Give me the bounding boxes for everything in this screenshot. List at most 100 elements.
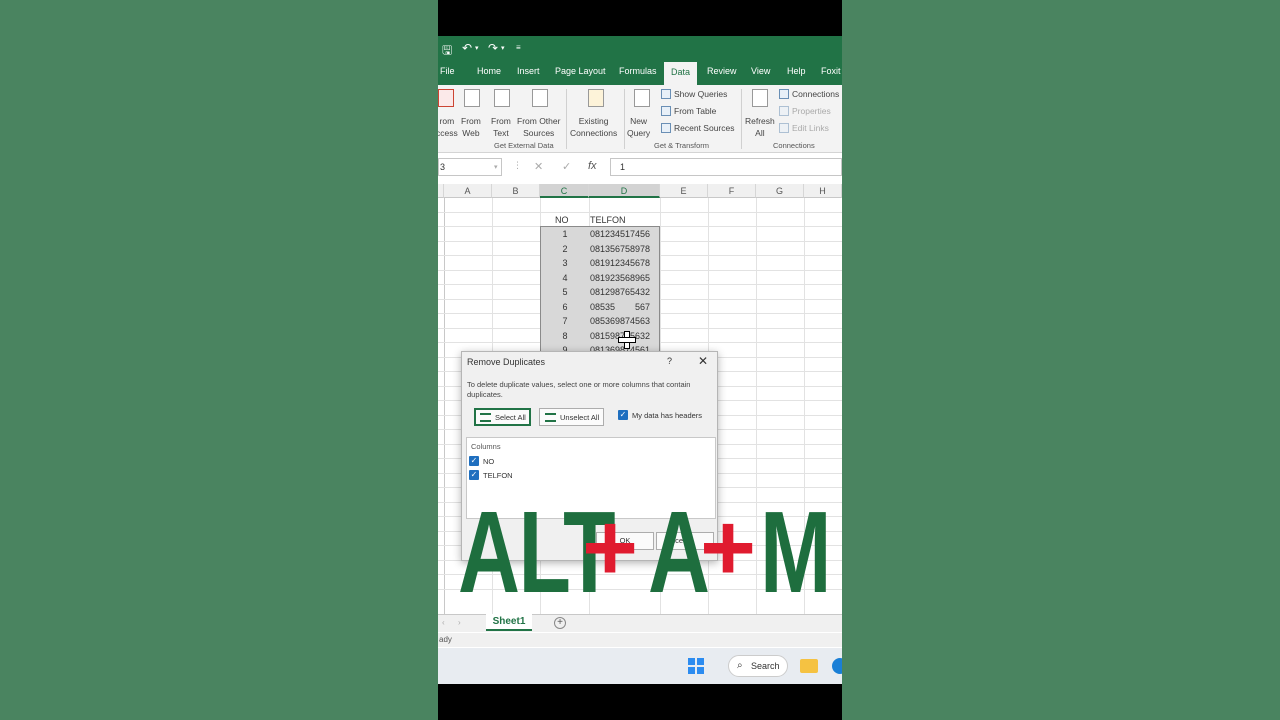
name-box[interactable]: 3 (438, 158, 502, 176)
column-header-f[interactable]: F (708, 184, 756, 198)
tab-home[interactable]: Home (477, 66, 501, 76)
column-header-h[interactable]: H (804, 184, 842, 198)
from-table-icon (661, 106, 671, 116)
dialog-description: To delete duplicate values, select one o… (467, 380, 691, 399)
properties-icon (779, 106, 789, 116)
shortcut-overlay: ALT + A + M (458, 487, 832, 617)
tab-view[interactable]: View (751, 66, 770, 76)
from-access-button[interactable]: rom ccess (438, 115, 458, 139)
text-file-icon (494, 89, 510, 107)
show-queries-button[interactable]: Show Queries (674, 88, 727, 100)
ribbon-data: rom ccess From Web From Text From Other … (438, 85, 842, 153)
edit-links-icon (779, 123, 789, 133)
telfon-part-left: 08535 (590, 302, 616, 312)
new-query-icon (634, 89, 650, 107)
from-text-button[interactable]: From Text (491, 115, 511, 139)
from-web-button[interactable]: From Web (461, 115, 481, 139)
table-cell-telfon[interactable]: 08535 567 (589, 302, 660, 312)
table-cell-telfon[interactable]: 081234517456 (589, 229, 660, 239)
table-cell-no[interactable]: 3 (540, 258, 590, 268)
undo-icon[interactable]: ↶ (462, 41, 472, 55)
file-explorer-icon[interactable] (800, 659, 818, 673)
tab-formulas[interactable]: Formulas (619, 66, 657, 76)
column-header-e[interactable]: E (660, 184, 708, 198)
unselect-all-button[interactable]: Unselect All (539, 408, 605, 426)
headers-checkbox[interactable]: ✓ (618, 410, 628, 420)
table-header-no[interactable]: NO (555, 215, 569, 225)
edge-icon[interactable] (832, 658, 842, 674)
column-header-g[interactable]: G (756, 184, 804, 198)
from-other-sources-button[interactable]: From Other Sources (517, 115, 560, 139)
close-button[interactable]: ✕ (698, 354, 708, 368)
column-checkbox-telfon[interactable]: ✓ (469, 470, 479, 480)
from-table-button[interactable]: From Table (674, 105, 716, 117)
tab-page-layout[interactable]: Page Layout (555, 66, 606, 76)
column-checkbox-no[interactable]: ✓ (469, 456, 479, 466)
redo-icon[interactable]: ↷ (488, 41, 498, 55)
undo-dropdown-icon[interactable]: ▾ (475, 44, 479, 52)
search-icon: ⌕ (737, 660, 743, 671)
column-header-b[interactable]: B (492, 184, 540, 198)
table-cell-telfon[interactable]: 081923568965 (589, 273, 660, 283)
edit-links-button[interactable]: Edit Links (792, 122, 829, 134)
table-cell-no[interactable]: 5 (540, 287, 590, 297)
table-header-telfon[interactable]: TELFON (590, 215, 626, 225)
table-cell-telfon[interactable]: 081912345678 (589, 258, 660, 268)
existing-connections-icon (588, 89, 604, 107)
refresh-all-icon (752, 89, 768, 107)
enter-icon[interactable]: ✓ (562, 160, 571, 173)
column-header-d[interactable]: D (589, 184, 660, 198)
table-cell-telfon[interactable]: 081298765432 (589, 287, 660, 297)
column-header-c[interactable]: C (540, 184, 589, 198)
group-label-connections: Connections (773, 141, 815, 150)
tab-review[interactable]: Review (707, 66, 737, 76)
columns-header: Columns (471, 442, 501, 451)
connections-button[interactable]: Connections (792, 88, 839, 100)
customize-qat-icon[interactable]: ≡ (516, 43, 521, 52)
tab-help[interactable]: Help (787, 66, 806, 76)
table-cell-no[interactable]: 4 (540, 273, 590, 283)
insert-function-icon[interactable]: fx (588, 160, 597, 172)
table-cell-no[interactable]: 7 (540, 316, 590, 326)
formula-input[interactable]: 1 (610, 158, 842, 176)
table-cell-no[interactable]: 6 (540, 302, 590, 312)
headers-checkbox-label: My data has headers (632, 411, 703, 420)
prev-sheet-icon[interactable]: ‹ (442, 618, 445, 627)
table-cell-no[interactable]: 1 (540, 229, 590, 239)
redo-dropdown-icon[interactable]: ▾ (501, 44, 505, 52)
column-label-telfon: TELFON (483, 471, 513, 480)
table-cell-no[interactable]: 8 (540, 331, 590, 341)
column-header-a[interactable]: A (444, 184, 492, 198)
next-sheet-icon[interactable]: › (458, 618, 461, 627)
status-bar: ady (438, 633, 842, 647)
ribbon-separator (624, 89, 625, 149)
grid-line (444, 198, 445, 614)
add-sheet-icon[interactable]: + (554, 617, 566, 629)
windows-start-icon[interactable] (688, 658, 704, 674)
save-icon[interactable]: 🖫 (442, 41, 452, 62)
taskbar-search-label: Search (751, 661, 780, 671)
telfon-part-right: 567 (635, 302, 651, 312)
tab-insert[interactable]: Insert (517, 66, 540, 76)
group-label-external: Get External Data (494, 141, 554, 150)
refresh-all-button[interactable]: Refresh All (745, 115, 775, 139)
table-cell-telfon[interactable]: 085369874563 (589, 316, 660, 326)
tab-data[interactable]: Data (664, 62, 698, 85)
properties-button[interactable]: Properties (792, 105, 831, 117)
table-cell-no[interactable]: 2 (540, 244, 590, 254)
select-all-button[interactable]: Select All (474, 408, 531, 426)
select-all-label: Select All (495, 413, 526, 422)
tab-foxit[interactable]: Foxit (821, 66, 841, 76)
overlay-m: M (760, 487, 832, 617)
recent-sources-button[interactable]: Recent Sources (674, 122, 734, 134)
windows-taskbar: ⌕ Search (438, 648, 842, 684)
taskbar-search[interactable]: ⌕ Search (728, 655, 788, 677)
table-cell-telfon[interactable]: 081356758978 (589, 244, 660, 254)
name-box-dropdown-icon[interactable]: ▾ (494, 163, 498, 171)
tab-file[interactable]: File (440, 66, 455, 76)
new-query-button[interactable]: New Query (627, 115, 650, 139)
help-button[interactable]: ? (667, 356, 672, 366)
existing-connections-button[interactable]: Existing Connections (570, 115, 617, 139)
ribbon-tabs: File Home Insert Page Layout Formulas Da… (438, 62, 842, 85)
cancel-icon[interactable]: ✕ (534, 160, 543, 173)
